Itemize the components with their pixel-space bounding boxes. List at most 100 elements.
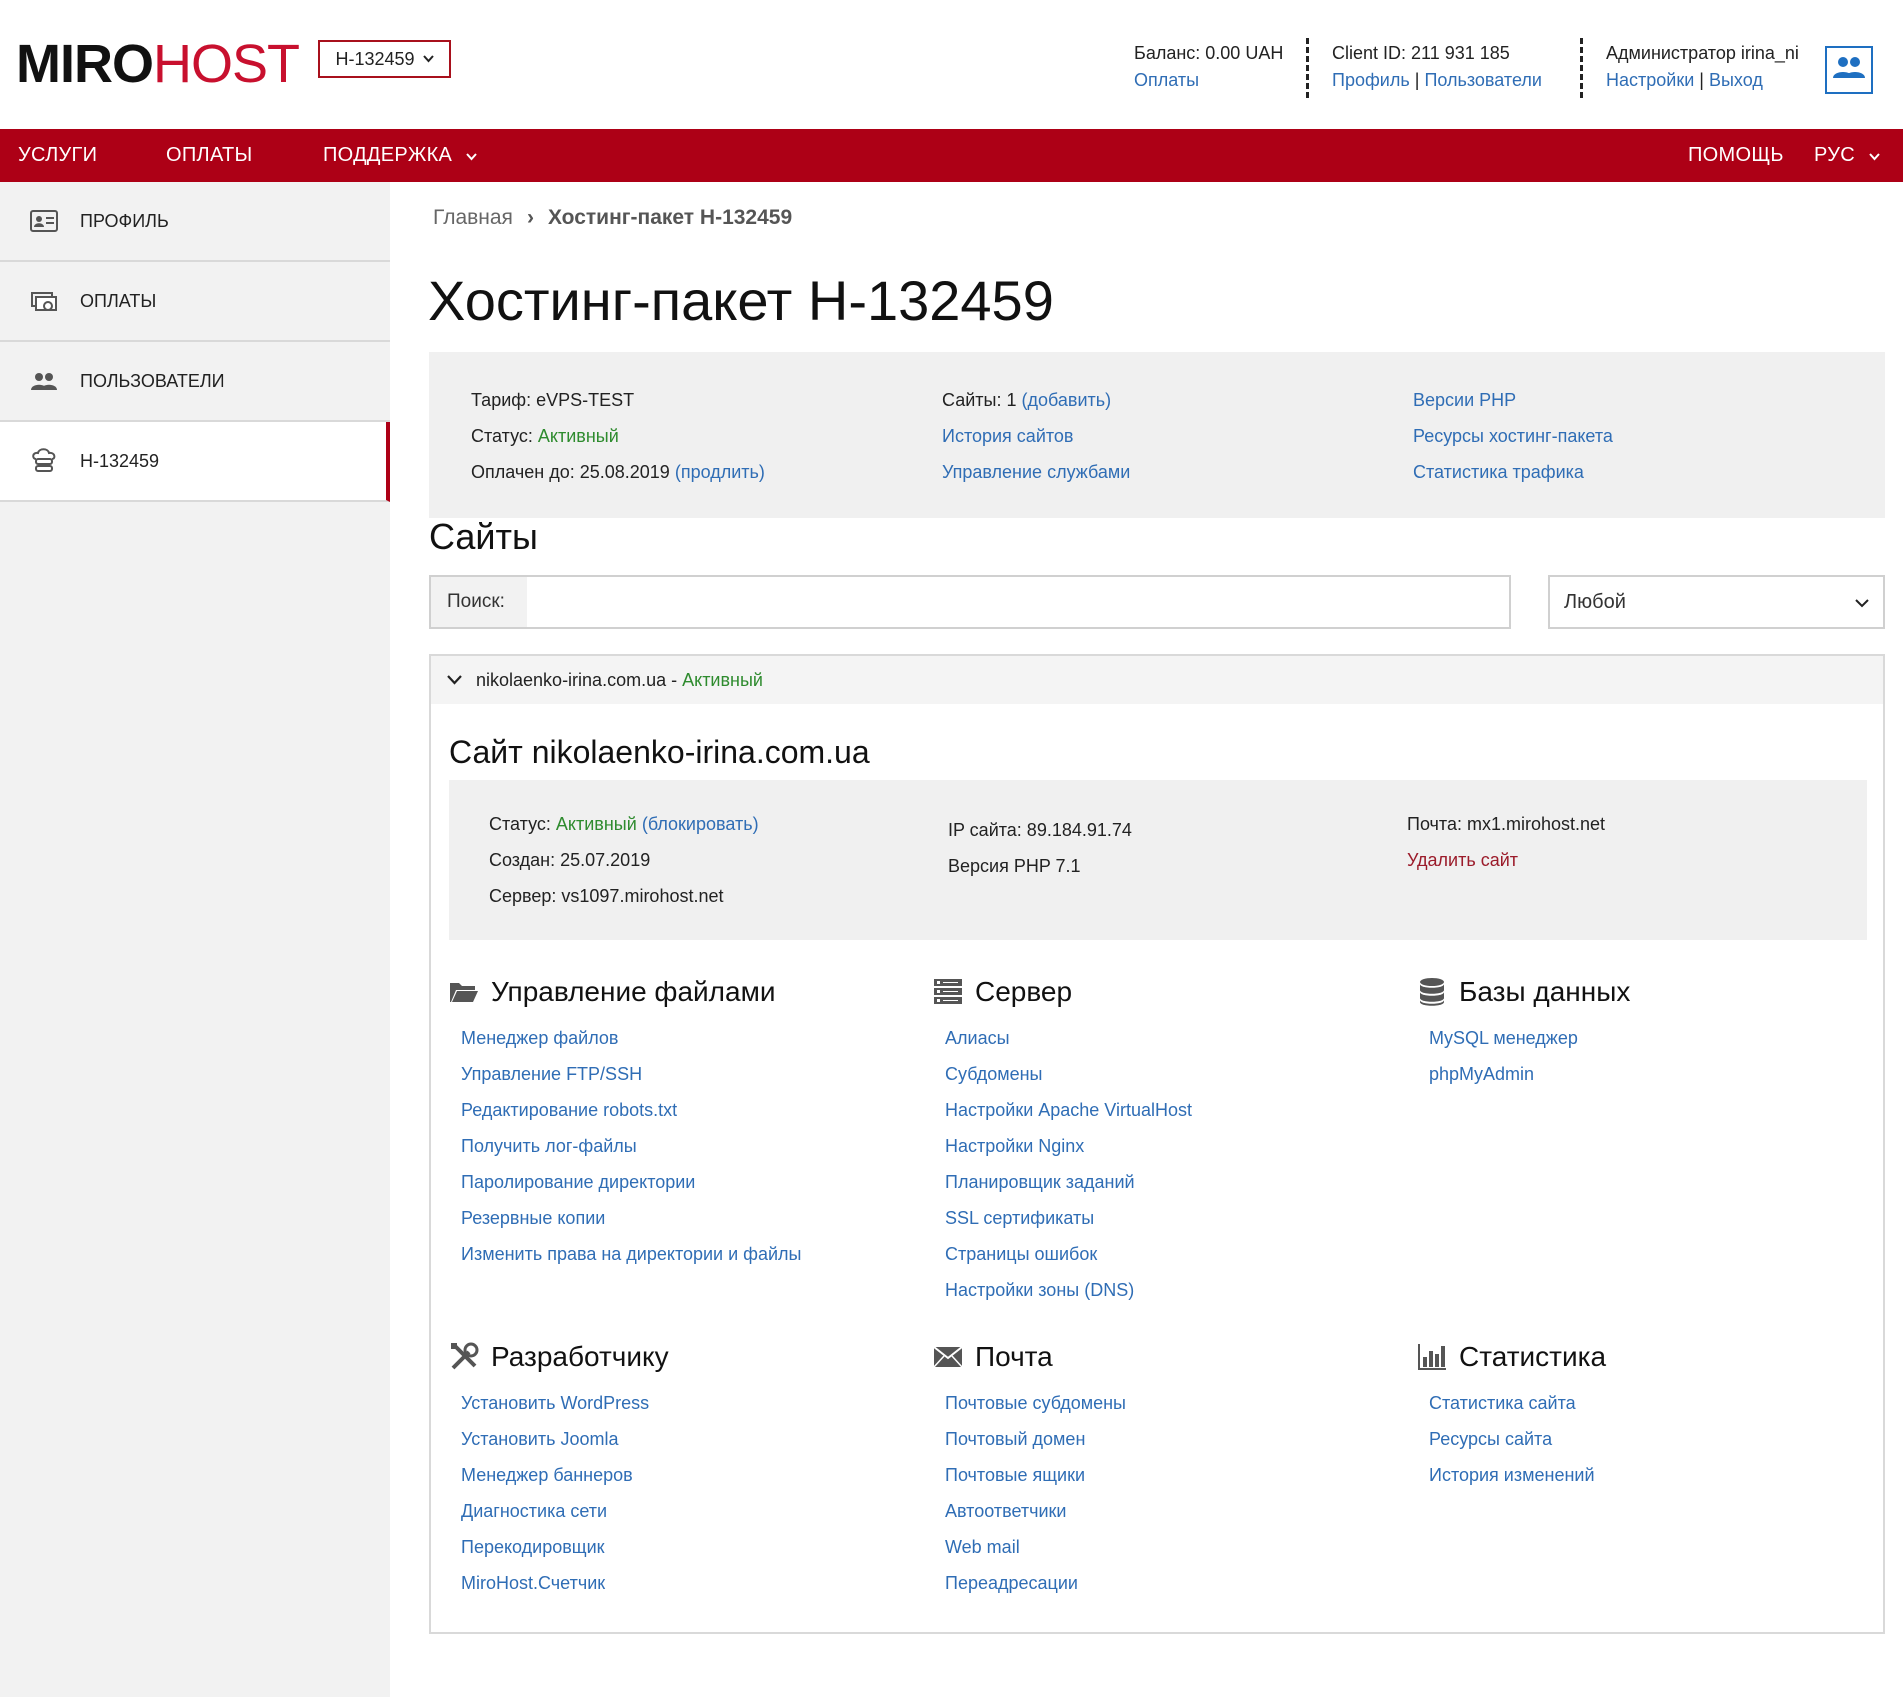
package-select[interactable]: H-132459	[318, 40, 451, 78]
site-ip: IP сайта: 89.184.91.74	[948, 820, 1132, 840]
header-logout-link[interactable]: Выход	[1709, 70, 1763, 90]
aliases-link[interactable]: Алиасы	[945, 1028, 1010, 1048]
header-settings-link[interactable]: Настройки	[1606, 70, 1694, 90]
webmail-link[interactable]: Web mail	[945, 1537, 1020, 1557]
log-files-link[interactable]: Получить лог-файлы	[461, 1136, 637, 1156]
logo-part-host: HOST	[153, 34, 300, 94]
error-pages-link[interactable]: Страницы ошибок	[945, 1244, 1097, 1264]
site-info-panel: Статус: Активный (блокировать) Создан: 2…	[449, 780, 1867, 940]
phpmyadmin-link[interactable]: phpMyAdmin	[1429, 1064, 1534, 1084]
section-title: Статистика	[1459, 1341, 1607, 1372]
users-icon	[30, 367, 58, 395]
admin-block: Администратор irina_ni Настройки | Выход	[1606, 40, 1799, 94]
services-management-link[interactable]: Управление службами	[942, 462, 1130, 482]
site-status-value: Активный	[555, 814, 637, 834]
install-joomla-link[interactable]: Установить Joomla	[461, 1429, 619, 1449]
ssl-certificates-link[interactable]: SSL сертификаты	[945, 1208, 1094, 1228]
section-databases: Базы данных MySQL менеджер phpMyAdmin	[1417, 972, 1630, 1092]
site-head-separator: -	[666, 669, 683, 690]
sidebar-item-label: H-132459	[80, 450, 160, 471]
mysql-manager-link[interactable]: MySQL менеджер	[1429, 1028, 1578, 1048]
mailboxes-link[interactable]: Почтовые ящики	[945, 1465, 1085, 1485]
site-php-version: Версия PHP 7.1	[948, 856, 1081, 876]
logo-part-miro: MIRO	[16, 34, 154, 94]
site-server: Сервер: vs1097.mirohost.net	[489, 886, 724, 906]
site-accordion-header[interactable]: nikolaenko-irina.com.ua - Активный	[431, 656, 1883, 704]
sidebar-item-hosting[interactable]: H-132459	[0, 422, 390, 502]
dns-zone-link[interactable]: Настройки зоны (DNS)	[945, 1280, 1134, 1300]
mirohost-logo[interactable]: MIROHOST	[16, 34, 300, 94]
extend-link[interactable]: (продлить)	[675, 462, 765, 482]
backups-link[interactable]: Резервные копии	[461, 1208, 605, 1228]
search-input[interactable]	[527, 577, 1509, 627]
mail-domain-link[interactable]: Почтовый домен	[945, 1429, 1085, 1449]
chevron-down-icon	[447, 675, 462, 685]
site-search: Поиск:	[429, 575, 1511, 629]
breadcrumb-current: Хостинг-пакет H-132459	[547, 206, 793, 229]
header-profile-link[interactable]: Профиль	[1332, 70, 1410, 90]
section-title: Почта	[975, 1341, 1053, 1372]
mail-subdomains-link[interactable]: Почтовые субдомены	[945, 1393, 1126, 1413]
package-resources-link[interactable]: Ресурсы хостинг-пакета	[1413, 426, 1613, 446]
dir-password-link[interactable]: Паролирование директории	[461, 1172, 695, 1192]
autoresponders-link[interactable]: Автоответчики	[945, 1501, 1066, 1521]
nav-support[interactable]: ПОДДЕРЖКА	[323, 129, 477, 182]
hosting-icon	[30, 447, 58, 475]
ftp-ssh-link[interactable]: Управление FTP/SSH	[461, 1064, 642, 1084]
site-info-col-3: Почта: mx1.mirohost.net Удалить сайт	[1407, 806, 1605, 878]
php-versions-link[interactable]: Версии PHP	[1413, 390, 1516, 410]
nginx-settings-link[interactable]: Настройки Nginx	[945, 1136, 1084, 1156]
profile-card-icon	[30, 207, 58, 235]
add-site-link[interactable]: (добавить)	[1021, 390, 1111, 410]
redirects-link[interactable]: Переадресации	[945, 1573, 1078, 1593]
subdomains-link[interactable]: Субдомены	[945, 1064, 1042, 1084]
nav-support-label: ПОДДЕРЖКА	[323, 144, 453, 166]
nav-payments[interactable]: ОПЛАТЫ	[166, 129, 253, 182]
site-created: Создан: 25.07.2019	[489, 850, 651, 870]
block-site-link[interactable]: (блокировать)	[642, 814, 759, 834]
main-nav: УСЛУГИ ОПЛАТЫ ПОДДЕРЖКА ПОМОЩЬ РУС	[0, 129, 1903, 182]
chevron-down-icon	[1855, 591, 1869, 614]
delete-site-link[interactable]: Удалить сайт	[1407, 850, 1518, 870]
site-resources-link[interactable]: Ресурсы сайта	[1429, 1429, 1552, 1449]
envelope-icon	[933, 1342, 963, 1372]
traffic-stats-link[interactable]: Статистика трафика	[1413, 462, 1584, 482]
sidebar-item-users[interactable]: ПОЛЬЗОВАТЕЛИ	[0, 342, 390, 422]
site-status-label: Статус:	[489, 814, 551, 834]
section-title: Управление файлами	[491, 976, 776, 1007]
site-title: Сайт nikolaenko-irina.com.ua	[449, 734, 870, 770]
tools-icon	[449, 1342, 479, 1372]
database-icon	[1417, 977, 1447, 1007]
header-payments-link[interactable]: Оплаты	[1134, 70, 1199, 90]
install-wordpress-link[interactable]: Установить WordPress	[461, 1393, 649, 1413]
folder-icon	[449, 977, 479, 1007]
status-filter-select[interactable]: Любой	[1548, 575, 1885, 629]
account-users-button[interactable]	[1825, 46, 1873, 94]
change-history-link[interactable]: История изменений	[1429, 1465, 1595, 1485]
permissions-link[interactable]: Изменить права на директории и файлы	[461, 1244, 802, 1264]
package-info-col-3: Версии PHP Ресурсы хостинг-пакета Статис…	[1413, 382, 1613, 490]
breadcrumb-home[interactable]: Главная	[433, 206, 513, 229]
sidebar-item-profile[interactable]: ПРОФИЛЬ	[0, 182, 390, 262]
sites-count: Сайты: 1	[942, 390, 1017, 410]
file-manager-link[interactable]: Менеджер файлов	[461, 1028, 618, 1048]
robots-txt-link[interactable]: Редактирование robots.txt	[461, 1100, 677, 1120]
site-status: Активный	[682, 669, 763, 690]
section-title: Сервер	[975, 976, 1073, 1007]
cron-scheduler-link[interactable]: Планировщик заданий	[945, 1172, 1135, 1192]
sites-history-link[interactable]: История сайтов	[942, 426, 1073, 446]
apache-vhost-link[interactable]: Настройки Apache VirtualHost	[945, 1100, 1192, 1120]
mirohost-counter-link[interactable]: MiroHost.Счетчик	[461, 1573, 605, 1593]
network-diagnostics-link[interactable]: Диагностика сети	[461, 1501, 607, 1521]
transcoder-link[interactable]: Перекодировщик	[461, 1537, 605, 1557]
nav-services[interactable]: УСЛУГИ	[18, 129, 97, 182]
site-stats-link[interactable]: Статистика сайта	[1429, 1393, 1576, 1413]
section-title: Базы данных	[1459, 976, 1631, 1007]
nav-language[interactable]: РУС	[1814, 129, 1880, 182]
language-label: РУС	[1814, 144, 1855, 166]
sidebar-item-payments[interactable]: ОПЛАТЫ	[0, 262, 390, 342]
section-server: Сервер Алиасы Субдомены Настройки Apache…	[933, 972, 1192, 1308]
nav-help[interactable]: ПОМОЩЬ	[1688, 129, 1784, 182]
header-users-link[interactable]: Пользователи	[1424, 70, 1541, 90]
banner-manager-link[interactable]: Менеджер баннеров	[461, 1465, 633, 1485]
